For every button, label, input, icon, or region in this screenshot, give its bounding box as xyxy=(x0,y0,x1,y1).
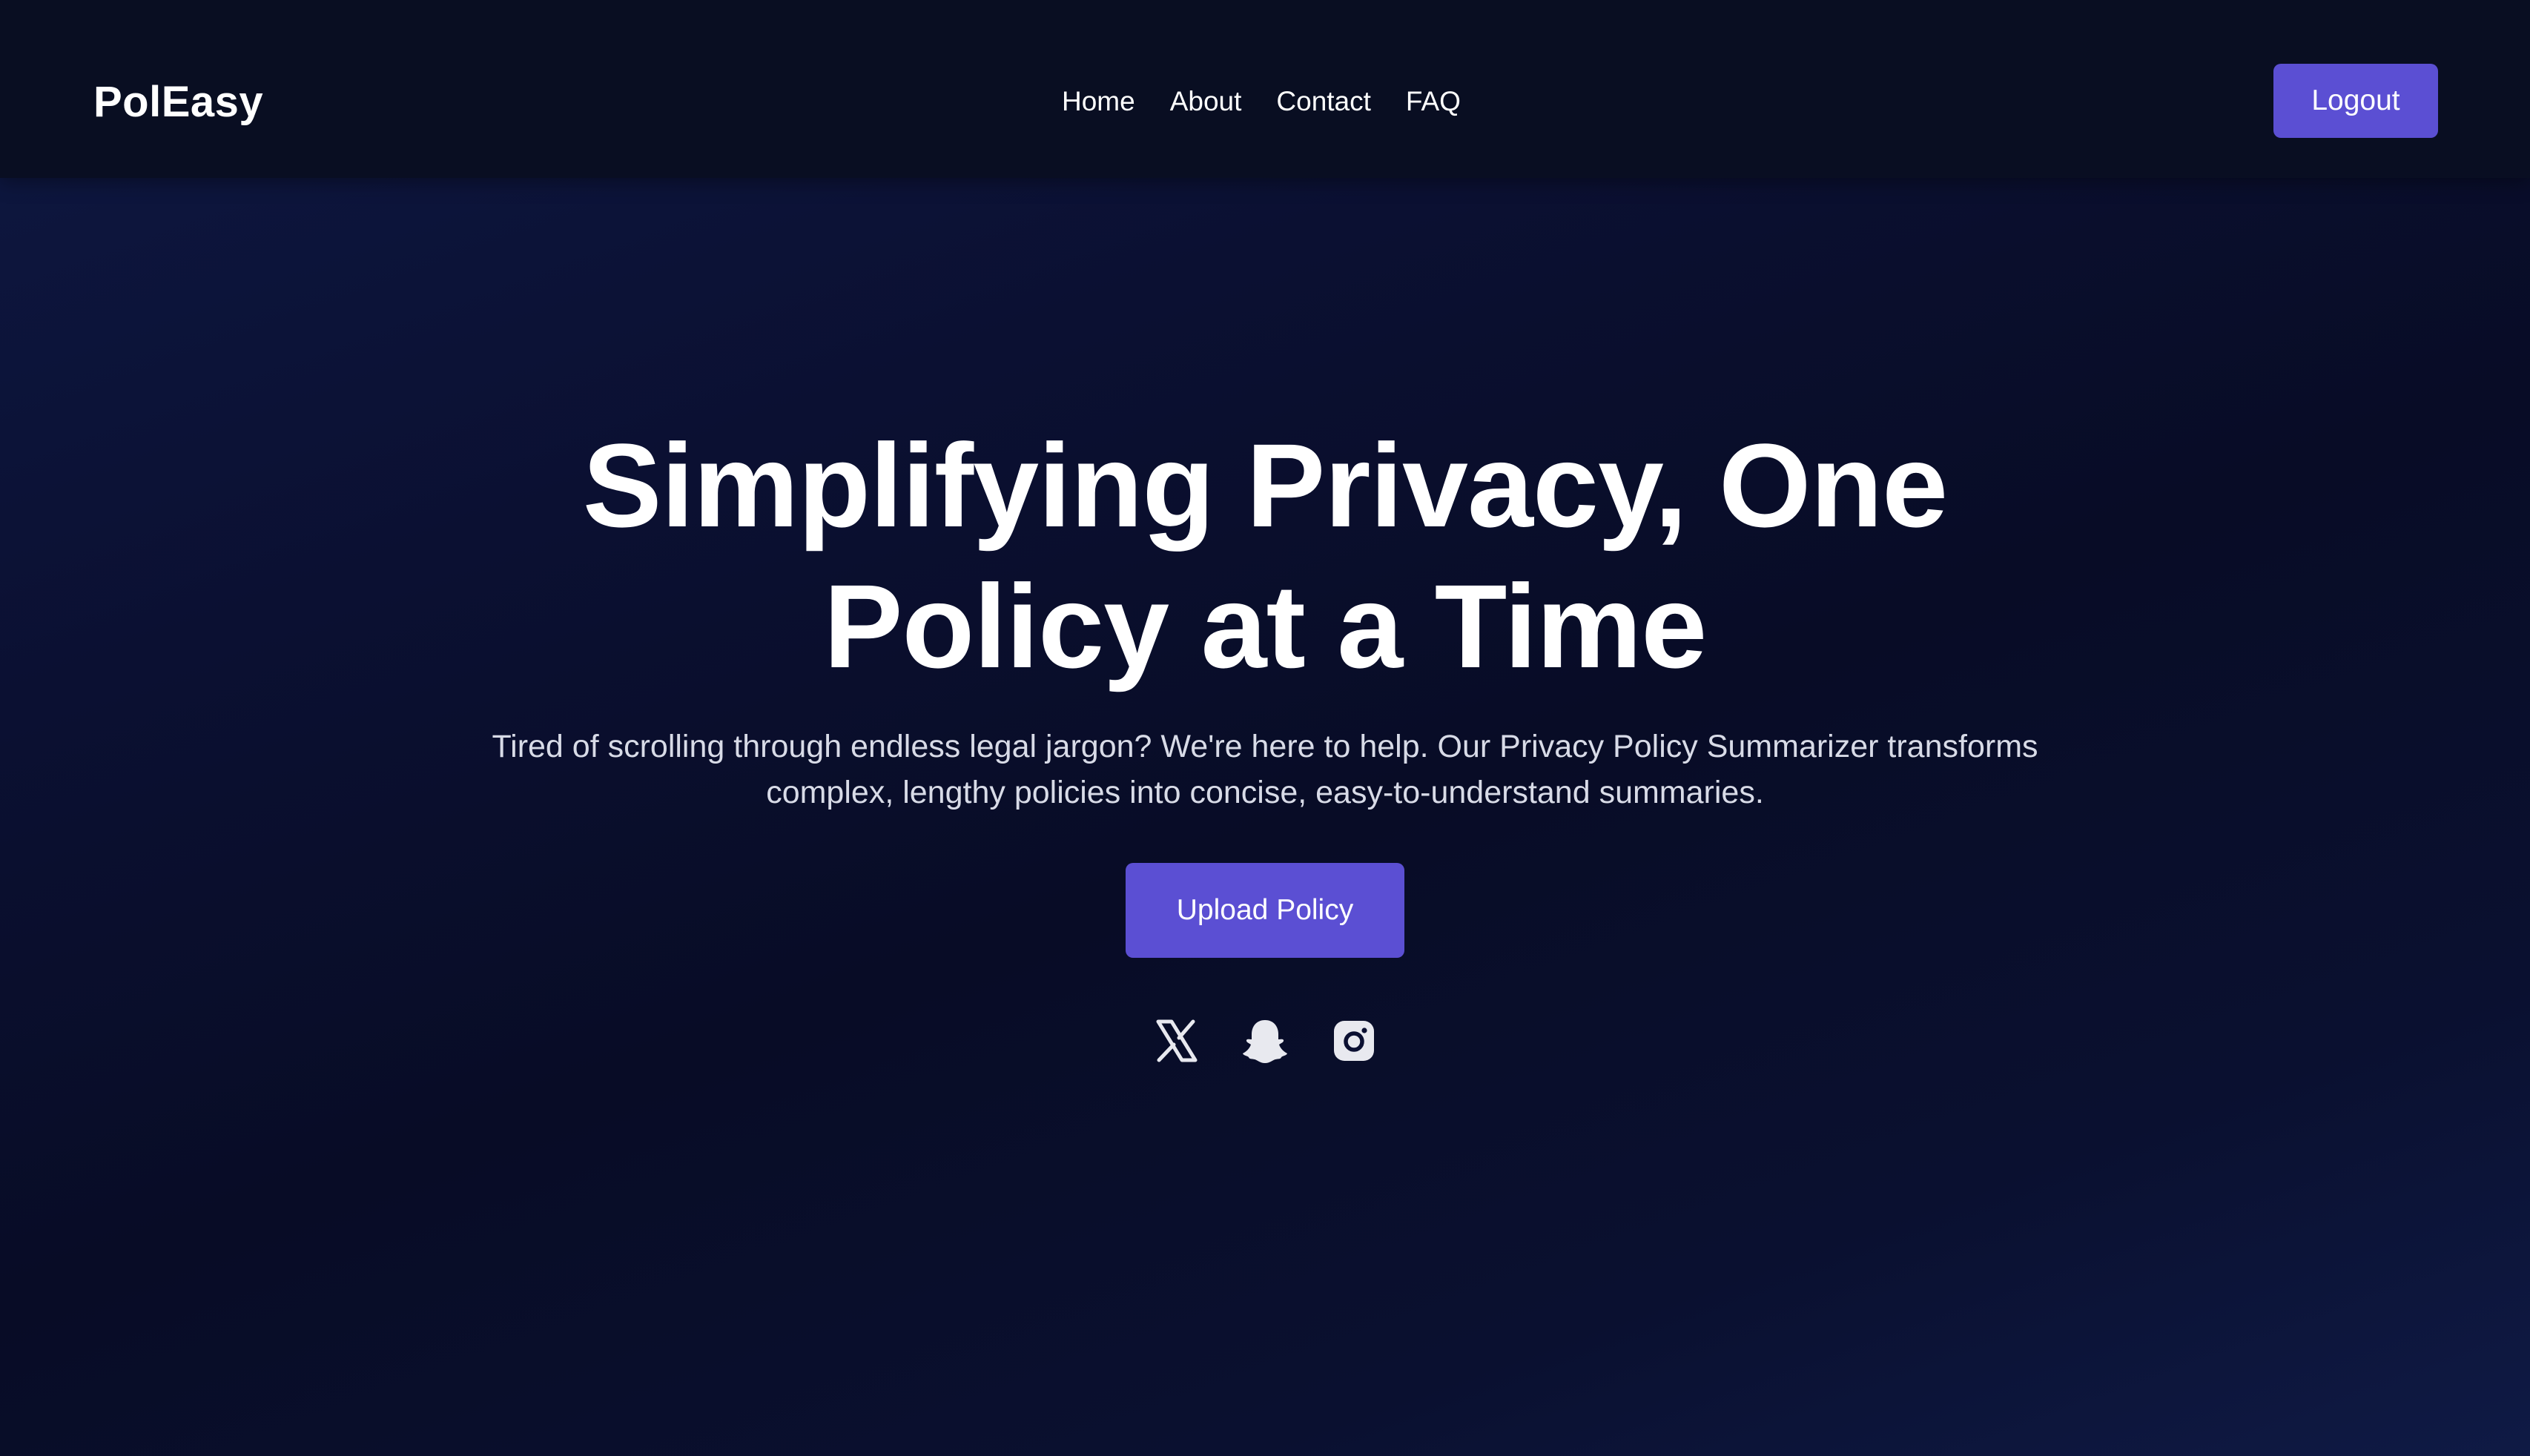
nav-link-home[interactable]: Home xyxy=(1062,79,1135,125)
hero-title: Simplifying Privacy, One Policy at a Tim… xyxy=(582,419,1948,692)
upload-policy-button[interactable]: Upload Policy xyxy=(1126,863,1404,958)
social-links xyxy=(0,1017,2530,1065)
instagram-icon[interactable] xyxy=(1330,1017,1378,1065)
hero-description: Tired of scrolling through endless legal… xyxy=(492,729,2038,810)
navbar: PolEasy Home About Contact FAQ Logout xyxy=(0,0,2530,178)
snapchat-icon[interactable] xyxy=(1241,1017,1289,1065)
nav-link-contact[interactable]: Contact xyxy=(1276,79,1371,125)
logout-button[interactable]: Logout xyxy=(2273,64,2438,138)
x-twitter-icon[interactable] xyxy=(1152,1017,1200,1065)
hero-section: Simplifying Privacy, One Policy at a Tim… xyxy=(0,415,2530,1065)
nav-link-about[interactable]: About xyxy=(1170,79,1242,125)
nav-link-faq[interactable]: FAQ xyxy=(1406,79,1461,125)
nav-links: Home About Contact FAQ xyxy=(1062,79,1461,125)
brand-logo[interactable]: PolEasy xyxy=(93,71,263,133)
